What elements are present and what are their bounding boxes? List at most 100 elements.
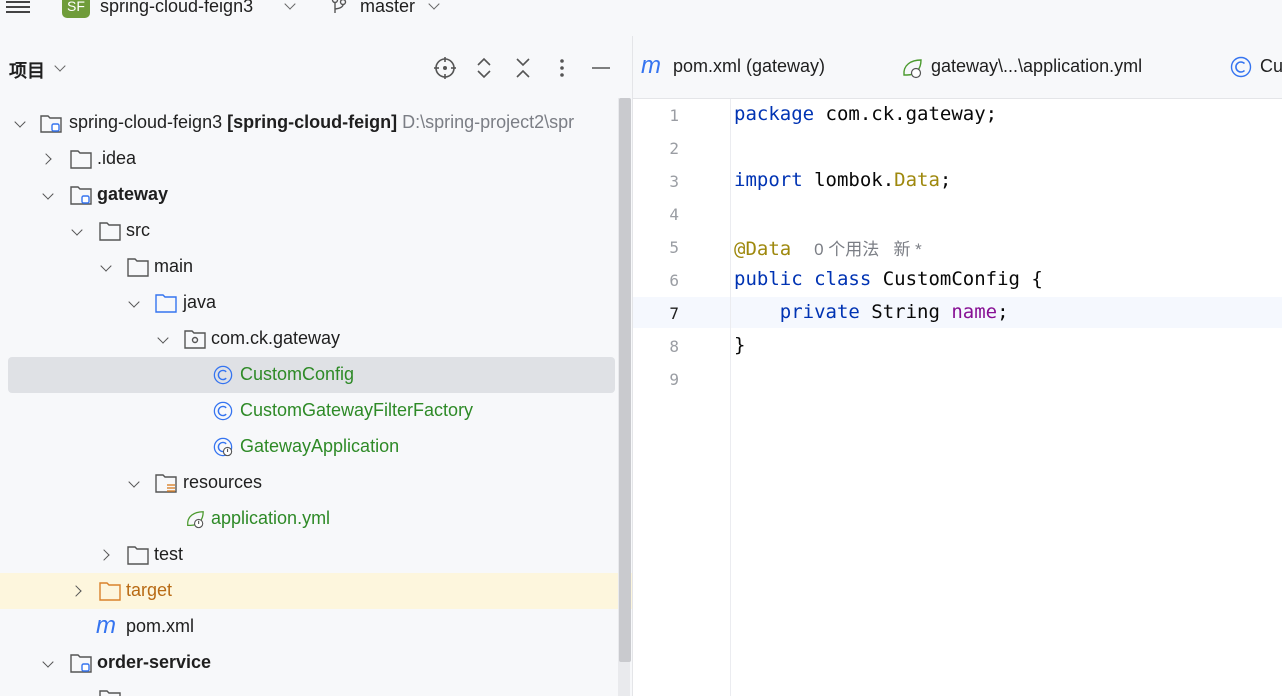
usage-hint[interactable]: 0 个用法 新 *	[814, 240, 922, 259]
gutter-divider	[730, 99, 731, 696]
tree-label-root: spring-cloud-feign3	[69, 112, 223, 132]
project-selector[interactable]: spring-cloud-feign3	[100, 0, 253, 17]
folder-icon	[99, 690, 121, 696]
tree-label-pom: pom.xml	[126, 616, 195, 636]
line-number: 1	[669, 106, 679, 125]
tree-label-java: java	[183, 292, 217, 312]
module-folder-icon	[70, 186, 92, 205]
tab-customconfig[interactable]: Cu	[1260, 56, 1282, 77]
code-token: private	[779, 301, 860, 323]
spring-yml-icon	[903, 59, 922, 79]
minimize-icon[interactable]	[589, 56, 613, 80]
chevron-down-icon[interactable]	[54, 60, 66, 72]
tree-label-class2: CustomGatewayFilterFactory	[240, 400, 474, 420]
chevron-right-icon[interactable]	[98, 549, 110, 561]
chevron-down-icon[interactable]	[284, 0, 296, 10]
branch-selector[interactable]: master	[360, 0, 415, 17]
tree-row-root[interactable]: spring-cloud-feign3 [spring-cloud-feign]…	[0, 105, 632, 141]
chevron-down-icon[interactable]	[42, 188, 54, 200]
project-tool-window: 项目 spring-cloud-feign3 [spring-cloud-fei…	[0, 36, 633, 696]
line-number: 6	[669, 271, 679, 290]
tree-label-class3: GatewayApplication	[240, 436, 400, 456]
tab-pom-xml[interactable]: pom.xml (gateway)	[673, 56, 825, 77]
line-number: 3	[669, 172, 679, 191]
code-line-7[interactable]: private String name;	[734, 301, 1009, 323]
main-menu-icon[interactable]	[6, 0, 30, 16]
chevron-down-icon[interactable]	[428, 0, 440, 10]
tree-row-filterfactory[interactable]: CustomGatewayFilterFactory	[0, 393, 632, 429]
tree-label-gateway: gateway	[97, 184, 169, 204]
excluded-folder-icon	[99, 582, 121, 601]
code-line-3[interactable]: import lombok.Data;	[734, 169, 951, 191]
tree-row-idea[interactable]: .idea	[0, 141, 632, 177]
folder-icon	[127, 546, 149, 565]
code-line-6[interactable]: public class CustomConfig {	[734, 268, 1043, 290]
tree-label-order-service: order-service	[97, 652, 212, 672]
tree-row-applicationyml[interactable]: application.yml	[0, 501, 632, 537]
locate-icon[interactable]	[433, 56, 457, 80]
chevron-down-icon[interactable]	[128, 296, 140, 308]
chevron-down-icon[interactable]	[42, 656, 54, 668]
chevron-down-icon[interactable]	[71, 692, 83, 696]
project-path: D:\spring-project2\spr	[402, 112, 575, 132]
tree-label-idea: .idea	[97, 148, 137, 168]
scrollbar-thumb[interactable]	[619, 98, 631, 662]
class-icon	[213, 365, 233, 385]
code-line-1[interactable]: package com.ck.gateway;	[734, 103, 997, 125]
code-token: package	[734, 103, 815, 125]
code-token: ;	[939, 169, 952, 191]
tree-row-gatewayapplication[interactable]: GatewayApplication	[0, 429, 632, 465]
chevron-down-icon[interactable]	[14, 116, 26, 128]
tree-row-java[interactable]: java	[0, 285, 632, 321]
code-token: import	[734, 169, 803, 191]
expand-all-icon[interactable]	[472, 56, 496, 80]
tree-label-resources: resources	[183, 472, 263, 492]
tree-row-customconfig[interactable]: CustomConfig	[0, 357, 632, 393]
tree-row-target[interactable]: target	[0, 573, 632, 609]
chevron-down-icon[interactable]	[100, 260, 112, 272]
code-token: public class	[734, 268, 872, 290]
code-token: com.ck.gateway;	[814, 103, 998, 125]
tree-label-yml: application.yml	[211, 508, 331, 528]
tree-row-partial[interactable]	[0, 681, 632, 696]
editor-tab-bar: m pom.xml (gateway) gateway\...\applicat…	[633, 36, 1282, 99]
tree-row-resources[interactable]: resources	[0, 465, 632, 501]
line-number: 4	[669, 205, 679, 224]
code-token: }	[734, 334, 746, 356]
tree-row-pom[interactable]: m pom.xml	[0, 609, 632, 645]
git-branch-icon[interactable]	[330, 0, 348, 14]
chevron-down-icon[interactable]	[157, 332, 169, 344]
code-editor[interactable]: m pom.xml (gateway) gateway\...\applicat…	[633, 36, 1282, 696]
chevron-right-icon[interactable]	[40, 153, 52, 165]
more-icon[interactable]	[550, 56, 574, 80]
tree-label-target: target	[126, 580, 173, 600]
spring-yml-icon	[187, 511, 204, 529]
code-token: Data	[894, 169, 940, 191]
tree-row-package[interactable]: com.ck.gateway	[0, 321, 632, 357]
module-folder-icon	[40, 115, 62, 133]
project-badge[interactable]: SF	[62, 0, 90, 18]
package-icon	[184, 330, 206, 349]
tree-row-test[interactable]: test	[0, 537, 632, 573]
class-icon	[213, 401, 233, 421]
line-number: 2	[669, 139, 679, 158]
collapse-all-icon[interactable]	[511, 56, 535, 80]
spring-boot-class-icon	[213, 437, 233, 457]
chevron-down-icon[interactable]	[128, 476, 140, 488]
tree-row-order-service[interactable]: order-service	[0, 645, 632, 681]
code-line-8[interactable]: }	[734, 334, 745, 356]
tree-label-src: src	[126, 220, 150, 240]
code-line-5[interactable]: @Data 0 个用法 新 *	[734, 235, 922, 260]
folder-icon	[99, 222, 121, 241]
tree-row-gateway[interactable]: gateway	[0, 177, 632, 213]
line-number: 9	[669, 370, 679, 389]
tree-row-main[interactable]: main	[0, 249, 632, 285]
code-token: lombok.	[802, 169, 895, 191]
tab-application-yml[interactable]: gateway\...\application.yml	[931, 56, 1142, 77]
code-token: ;	[997, 301, 1009, 323]
tree-row-src[interactable]: src	[0, 213, 632, 249]
folder-icon	[127, 258, 149, 277]
chevron-down-icon[interactable]	[71, 224, 83, 236]
panel-title[interactable]: 项目	[9, 57, 45, 83]
maven-icon: m	[641, 52, 661, 79]
